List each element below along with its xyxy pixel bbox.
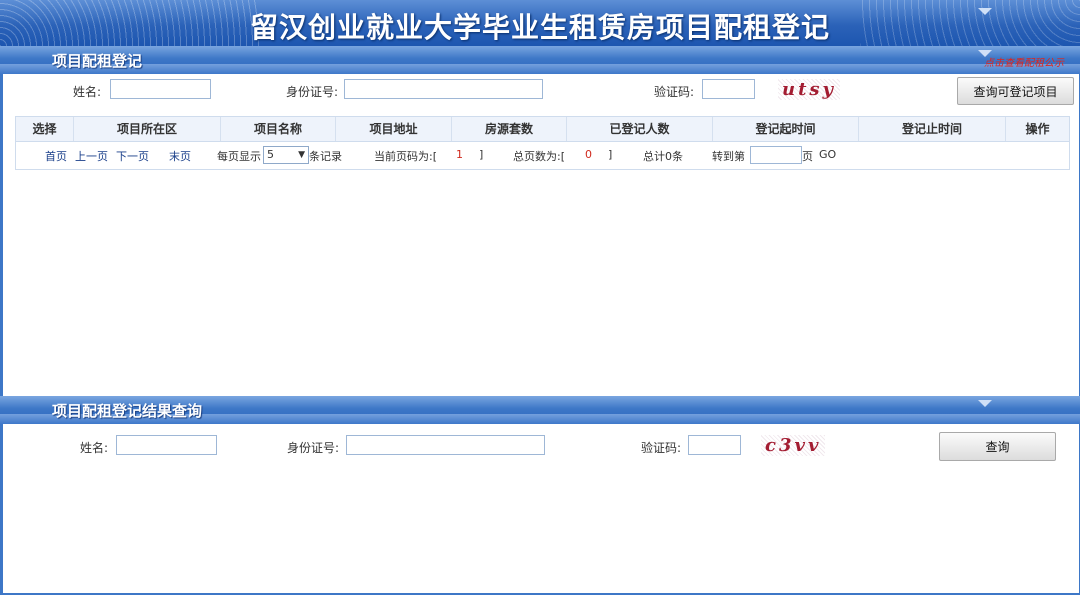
goto-suffix: 页	[802, 150, 813, 163]
total-count: 总计0条	[643, 150, 683, 163]
per-page-value: 5	[267, 148, 274, 161]
name-input[interactable]	[110, 79, 211, 99]
per-page-label: 每页显示	[217, 150, 261, 163]
result-captcha-input[interactable]	[688, 435, 741, 455]
current-page-value: 1	[456, 148, 463, 161]
table-header: 选择 项目所在区 项目名称 项目地址 房源套数 已登记人数 登记起时间 登记止时…	[16, 117, 1069, 142]
result-id-number-label: 身份证号:	[287, 441, 340, 455]
column-header-start-time: 登记起时间	[713, 117, 859, 141]
column-header-end-time: 登记止时间	[859, 117, 1006, 141]
name-label: 姓名:	[73, 85, 102, 99]
result-captcha-image[interactable]: c3vv	[761, 435, 826, 456]
goto-label: 转到第	[712, 150, 745, 163]
section-register-title: 项目配租登记	[52, 52, 143, 70]
column-header-select: 选择	[16, 117, 74, 141]
result-captcha-label: 验证码:	[641, 441, 682, 455]
result-name-input[interactable]	[116, 435, 217, 455]
captcha-image[interactable]: utsy	[778, 79, 840, 100]
column-header-project-address: 项目地址	[336, 117, 452, 141]
result-id-number-input[interactable]	[346, 435, 545, 455]
banner-triangle-icon	[978, 8, 992, 15]
column-header-district: 项目所在区	[74, 117, 221, 141]
pagination-bar: 首页 上一页 下一页 末页 每页显示 5 ▼ 条记录 当前页码为:[ 1 ] 总…	[16, 142, 1069, 168]
prev-page-link[interactable]: 上一页	[75, 148, 108, 164]
total-pages-close: ]	[608, 148, 613, 161]
go-button[interactable]: GO	[819, 148, 836, 161]
captcha-input[interactable]	[702, 79, 755, 99]
per-page-suffix: 条记录	[309, 150, 342, 163]
first-page-link[interactable]: 首页	[45, 148, 67, 164]
total-pages-value: 0	[585, 148, 592, 161]
result-search-row: 姓名: 身份证号: 验证码: c3vv 查询	[0, 432, 1080, 462]
column-header-registered-count: 已登记人数	[567, 117, 713, 141]
section-register-header: 项目配租登记 点击查看配租公示	[0, 46, 1080, 74]
section-result-title: 项目配租登记结果查询	[52, 402, 203, 420]
section-triangle-icon	[978, 400, 992, 407]
captcha-label: 验证码:	[654, 85, 695, 99]
current-page-label: 当前页码为:[	[374, 150, 437, 163]
last-page-link[interactable]: 末页	[169, 148, 191, 164]
title-banner: 留汉创业就业大学毕业生租赁房项目配租登记	[0, 0, 1080, 46]
total-pages-label: 总页数为:[	[513, 150, 565, 163]
per-page-select[interactable]: 5 ▼	[263, 146, 309, 164]
column-header-house-count: 房源套数	[452, 117, 567, 141]
result-name-label: 姓名:	[80, 441, 109, 455]
current-page-close: ]	[479, 148, 484, 161]
section-result-header: 项目配租登记结果查询	[0, 396, 1080, 424]
publicity-link[interactable]: 点击查看配租公示	[984, 54, 1064, 69]
page-title: 留汉创业就业大学毕业生租赁房项目配租登记	[249, 11, 830, 44]
goto-page-input[interactable]	[750, 146, 802, 164]
id-number-label: 身份证号:	[286, 85, 339, 99]
column-header-action: 操作	[1025, 122, 1050, 136]
next-page-link[interactable]: 下一页	[116, 148, 149, 164]
query-available-projects-button[interactable]: 查询可登记项目	[957, 77, 1074, 105]
column-header-project-name: 项目名称	[221, 117, 336, 141]
register-search-row: 姓名: 身份证号: 验证码: utsy 查询可登记项目	[0, 76, 1080, 106]
projects-table: 选择 项目所在区 项目名称 项目地址 房源套数 已登记人数 登记起时间 登记止时…	[15, 116, 1070, 170]
id-number-input[interactable]	[344, 79, 543, 99]
query-result-button[interactable]: 查询	[939, 432, 1056, 461]
dropdown-arrow-icon: ▼	[298, 150, 305, 160]
